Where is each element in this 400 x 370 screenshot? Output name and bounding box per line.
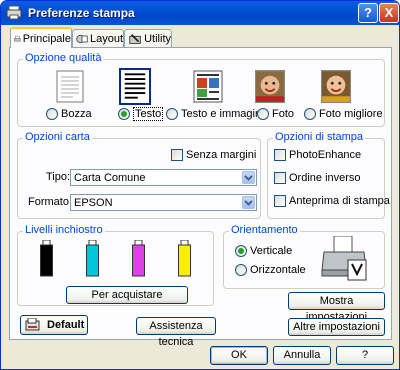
radio-photo[interactable]: [257, 108, 269, 120]
paper-format-label: Formato:: [28, 196, 73, 208]
print-preview-label: Anteprima di stampa: [289, 195, 390, 207]
tab-panel: Opzione qualità Bozza Testo Testo e imma…: [9, 47, 392, 348]
paper-type-value: Carta Comune: [74, 172, 146, 184]
black-ink-cartridge: [40, 240, 53, 277]
photoenhance-checkbox[interactable]: [274, 149, 286, 161]
paper-type-label: Tipo:: [46, 171, 71, 183]
print-preferences-window: Preferenze stampa ? X Principale Layout …: [0, 0, 400, 370]
ink-levels-group: Livelli inchiostro Per acquistare: [17, 224, 214, 306]
chevron-down-icon[interactable]: [242, 171, 255, 184]
portrait-label: Verticale: [250, 245, 293, 257]
ok-button[interactable]: OK: [210, 346, 268, 365]
landscape-label: Orizzontale: [250, 264, 306, 276]
paper-group: Opzioni carta Senza margini Tipo: Carta …: [17, 131, 261, 219]
radio-text[interactable]: [118, 108, 130, 120]
layout-icon: [76, 34, 88, 43]
draft-label: Bozza: [61, 108, 92, 120]
orientation-group: Orientamento Verticale Orizzontale: [223, 224, 385, 289]
orientation-group-label: Orientamento: [229, 224, 300, 236]
reverse-order-label: Ordine inverso: [289, 172, 361, 184]
tab-label: Utility: [144, 32, 171, 45]
tech-support-button[interactable]: Assistenza tecnica: [136, 317, 216, 348]
print-options-group: Opzioni di stampa PhotoEnhance Ordine in…: [267, 131, 390, 219]
draft-quality-icon[interactable]: [55, 70, 85, 103]
tab-principale[interactable]: Principale: [10, 27, 72, 48]
quality-group-label: Opzione qualità: [23, 52, 104, 64]
buy-ink-button[interactable]: Per acquistare: [66, 286, 188, 304]
portrait-printer-icon: [321, 236, 367, 281]
quality-group: Opzione qualità Bozza Testo Testo e imma…: [17, 52, 385, 127]
more-settings-button[interactable]: Altre impostazioni: [288, 318, 385, 336]
yellow-ink-cartridge: [178, 240, 191, 277]
show-settings-button[interactable]: Mostra impostazioni: [288, 292, 385, 323]
utility-icon: [129, 33, 141, 44]
radio-portrait[interactable]: [235, 245, 247, 257]
text-image-label: Testo e immagine: [181, 108, 268, 120]
magenta-ink-cartridge: [132, 240, 145, 277]
radio-best-photo[interactable]: [304, 108, 316, 120]
chevron-down-icon[interactable]: [242, 196, 255, 209]
window-title: Preferenze stampa: [28, 6, 135, 20]
cancel-button[interactable]: Annulla: [273, 346, 331, 365]
default-button[interactable]: Default: [20, 315, 88, 335]
paper-format-value: EPSON: [74, 197, 113, 209]
title-help-button[interactable]: ?: [358, 3, 378, 23]
tab-label: Principale: [22, 32, 71, 45]
radio-draft[interactable]: [46, 108, 58, 120]
photo-label: Foto: [272, 108, 295, 120]
best-photo-quality-icon[interactable]: [321, 70, 351, 103]
default-settings-icon: [25, 317, 41, 332]
photo-quality-icon[interactable]: [255, 70, 285, 103]
paper-group-label: Opzioni carta: [23, 131, 92, 143]
reverse-order-checkbox[interactable]: [274, 172, 286, 184]
borderless-label: Senza margini: [186, 149, 257, 161]
cyan-ink-cartridge: [86, 240, 99, 277]
tab-utility[interactable]: Utility: [124, 29, 172, 47]
print-options-group-label: Opzioni di stampa: [273, 131, 366, 143]
printer-paper-icon: [14, 35, 21, 41]
title-bar[interactable]: Preferenze stampa ? X: [1, 1, 399, 25]
help-button[interactable]: ?: [336, 346, 394, 365]
borderless-checkbox[interactable]: [171, 149, 183, 161]
default-label: Default: [47, 319, 85, 331]
text-label: Testo: [133, 107, 164, 121]
text-quality-icon[interactable]: [119, 68, 151, 105]
radio-landscape[interactable]: [235, 264, 247, 276]
tab-layout[interactable]: Layout: [72, 29, 124, 47]
printer-icon: [6, 5, 22, 20]
tab-label: Layout: [89, 32, 123, 45]
ink-levels-group-label: Livelli inchiostro: [23, 224, 105, 236]
paper-format-select[interactable]: EPSON: [70, 194, 257, 211]
photoenhance-label: PhotoEnhance: [289, 149, 362, 161]
radio-text-image[interactable]: [166, 108, 178, 120]
close-button[interactable]: X: [379, 3, 399, 23]
paper-type-select[interactable]: Carta Comune: [70, 169, 257, 186]
best-photo-label: Foto migliore: [319, 108, 383, 120]
print-preview-checkbox[interactable]: [274, 195, 286, 207]
text-image-quality-icon[interactable]: [193, 70, 223, 103]
